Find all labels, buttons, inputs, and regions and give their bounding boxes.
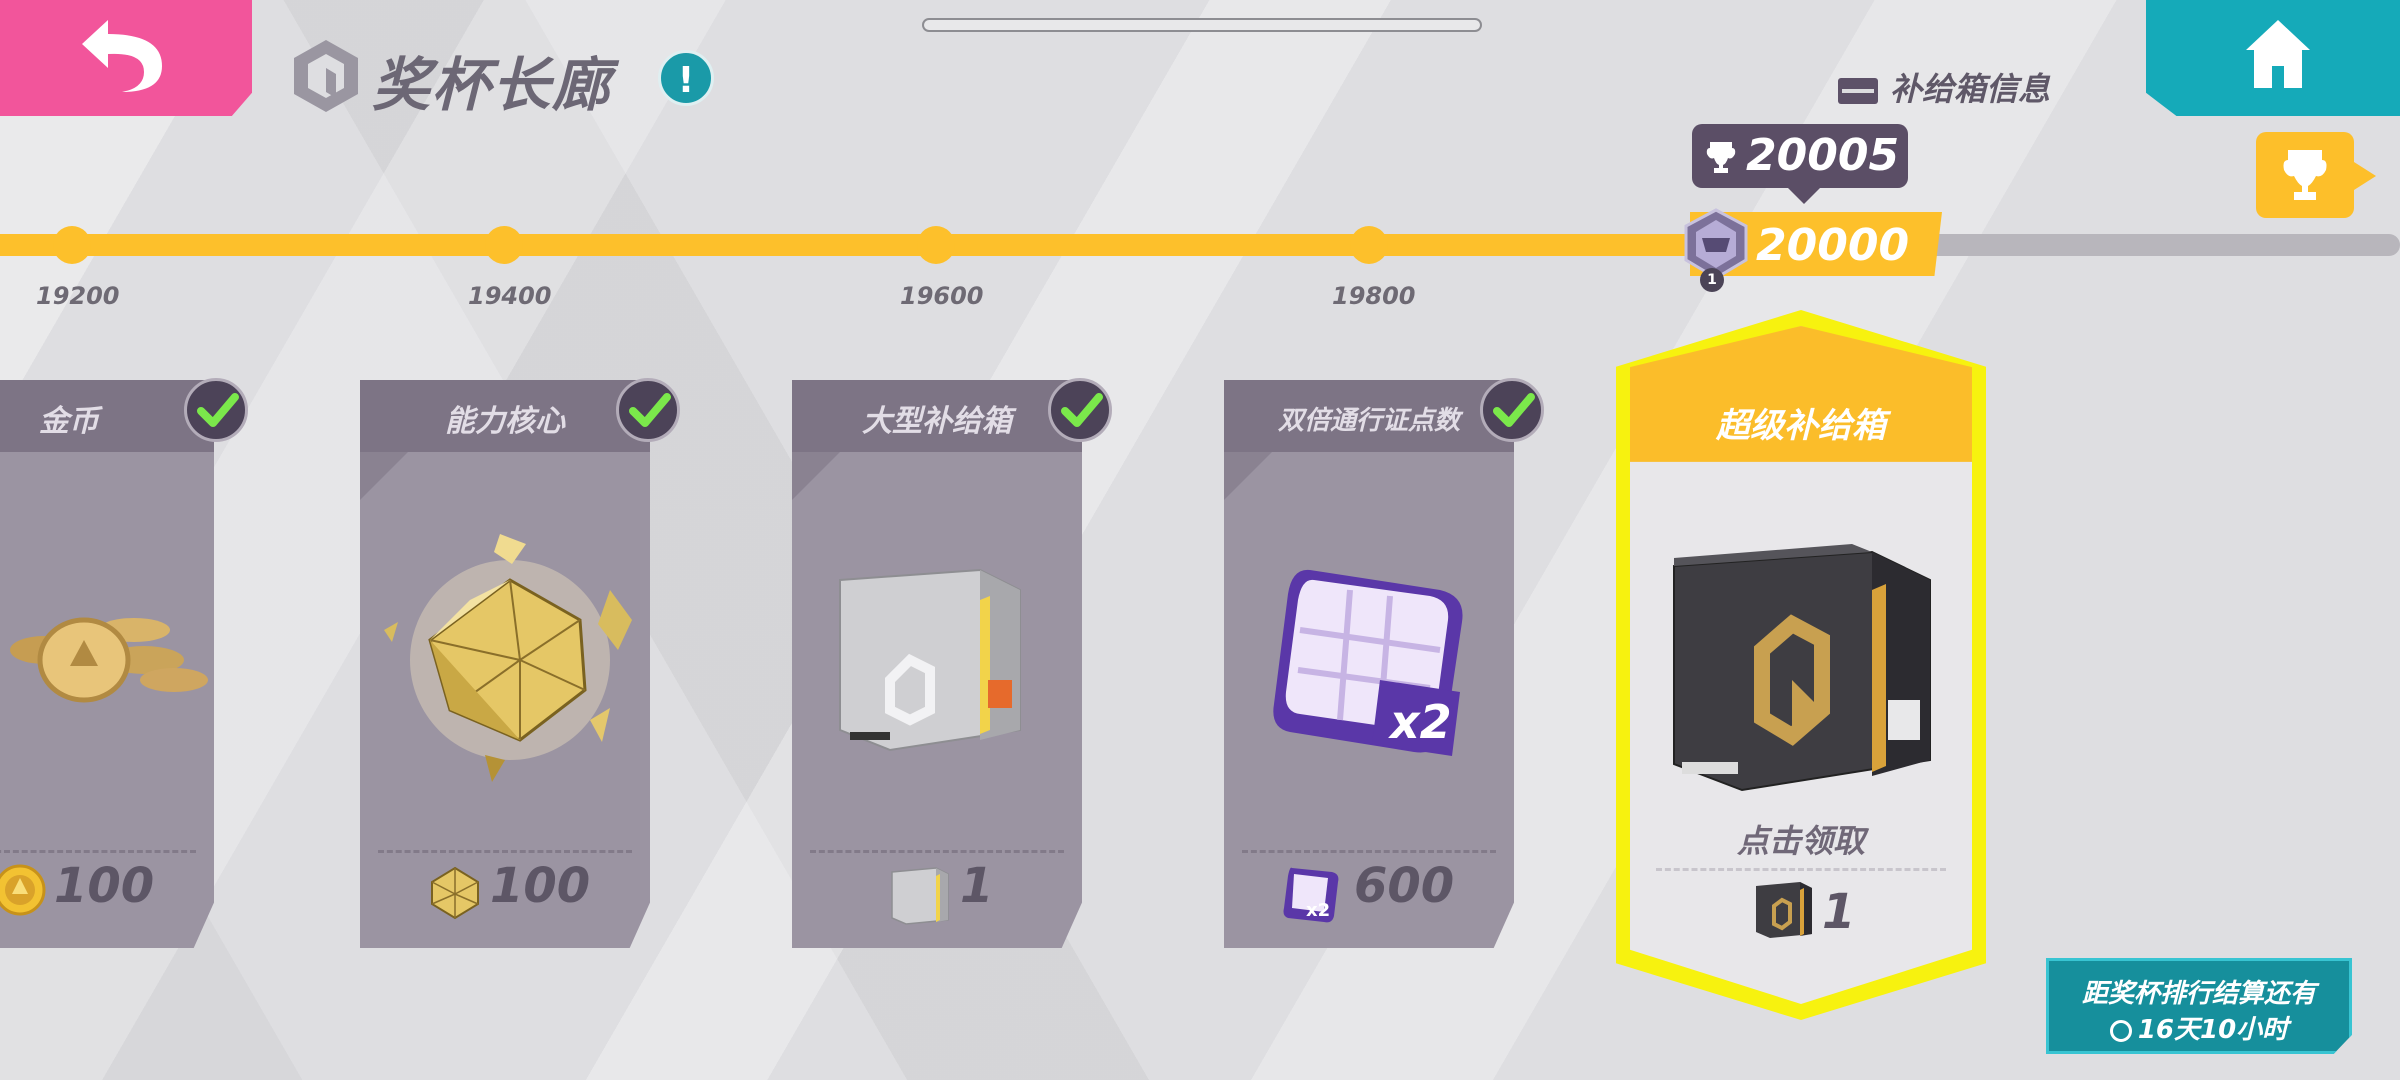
ability-core-icon xyxy=(384,534,632,782)
reward-card-coins[interactable]: 金币 100 xyxy=(0,380,214,948)
milestone-label: 19200 xyxy=(36,282,120,310)
card-divider xyxy=(1656,868,1946,871)
featured-reward-count: 1 xyxy=(1822,884,1856,940)
reward-card-double-pass-points[interactable]: 双倍通行证点数 x2 x2 600 xyxy=(1224,380,1514,948)
reward-count: 1 xyxy=(960,858,994,914)
home-button[interactable] xyxy=(2146,0,2400,116)
timer-remaining: 16天10小时 xyxy=(2137,1015,2289,1045)
supply-box-info-link[interactable]: 补给箱信息 xyxy=(1838,64,2050,110)
claimed-check-icon xyxy=(1048,378,1112,442)
reward-card-header: 能力核心 xyxy=(360,380,650,452)
current-milestone-value: 20000 xyxy=(1756,220,1910,271)
milestone-label: 19800 xyxy=(1332,282,1416,310)
home-icon xyxy=(2246,20,2310,88)
milestone-label: 19600 xyxy=(900,282,984,310)
reward-count: 100 xyxy=(490,858,591,914)
current-trophies-value: 20005 xyxy=(1746,130,1900,181)
double-pass-points-icon: x2 xyxy=(1283,867,1339,923)
reward-title: 金币 xyxy=(39,404,99,439)
featured-reward-title: 超级补给箱 xyxy=(1716,406,1886,446)
season-timer-panel: 距奖杯排行结算还有 16天10小时 xyxy=(2046,958,2352,1054)
milestone-node xyxy=(917,226,955,264)
timer-label: 距奖杯排行结算还有 xyxy=(2081,979,2316,1009)
top-handle-bar xyxy=(922,18,1482,32)
svg-text:x2: x2 xyxy=(1388,695,1452,749)
reward-title: 大型补给箱 xyxy=(862,404,1012,439)
reward-card-header: 双倍通行证点数 xyxy=(1224,380,1514,452)
gold-coin-icon xyxy=(10,617,208,703)
trophy-hall-logo-icon xyxy=(294,40,358,112)
reward-card-large-supply-box[interactable]: 大型补给箱 1 xyxy=(792,380,1082,948)
card-divider xyxy=(0,850,196,857)
supply-box-info-label: 补给箱信息 xyxy=(1890,70,2051,108)
milestone-node xyxy=(1350,226,1388,264)
reward-card-header: 金币 xyxy=(0,380,214,452)
reward-card-ability-core[interactable]: 能力核心 100 xyxy=(360,380,650,948)
current-trophies-bubble: 20005 xyxy=(1692,124,1908,204)
card-fold xyxy=(360,452,408,500)
gold-coin-icon xyxy=(0,864,46,916)
reward-title: 能力核心 xyxy=(445,404,565,439)
supply-box-icon xyxy=(1838,78,1878,104)
reward-count: 600 xyxy=(1354,858,1455,914)
clock-icon xyxy=(2109,1019,2132,1042)
reward-title: 双倍通行证点数 xyxy=(1277,406,1460,436)
claimed-check-icon xyxy=(184,378,248,442)
rank-level-badge: 1 xyxy=(1700,268,1724,292)
page-title: 奖杯长廊 xyxy=(372,51,613,119)
claimed-check-icon xyxy=(616,378,680,442)
super-supply-box-icon xyxy=(1756,882,1812,938)
double-pass-points-icon: x2 xyxy=(1273,569,1463,756)
reward-count: 100 xyxy=(54,858,155,914)
super-supply-box-icon xyxy=(1673,544,1931,792)
card-divider xyxy=(1242,850,1496,857)
trophy-icon xyxy=(1706,142,1736,173)
timer-value: 16天10小时 xyxy=(2049,1009,2349,1046)
ability-core-icon xyxy=(431,866,479,920)
milestone-node xyxy=(485,226,523,264)
card-fold xyxy=(792,452,840,500)
back-arrow-icon xyxy=(82,20,162,92)
large-supply-box-icon xyxy=(839,568,1021,752)
card-fold xyxy=(1224,452,1272,500)
milestone-node xyxy=(53,226,91,264)
progress-track-fill xyxy=(0,234,1720,256)
svg-text:x2: x2 xyxy=(1306,900,1330,921)
trophy-icon xyxy=(2283,150,2327,200)
trophy-leaderboard-button[interactable] xyxy=(2256,132,2376,218)
large-supply-box-icon xyxy=(891,867,949,925)
claimed-check-icon xyxy=(1480,378,1544,442)
milestone-label: 19400 xyxy=(468,282,552,310)
info-icon[interactable]: ! xyxy=(658,50,714,106)
claim-button[interactable]: 点击领取 xyxy=(1630,816,1972,862)
reward-card-header: 大型补给箱 xyxy=(792,380,1082,452)
back-button[interactable] xyxy=(0,0,252,116)
card-divider xyxy=(378,850,632,857)
card-divider xyxy=(810,850,1064,857)
